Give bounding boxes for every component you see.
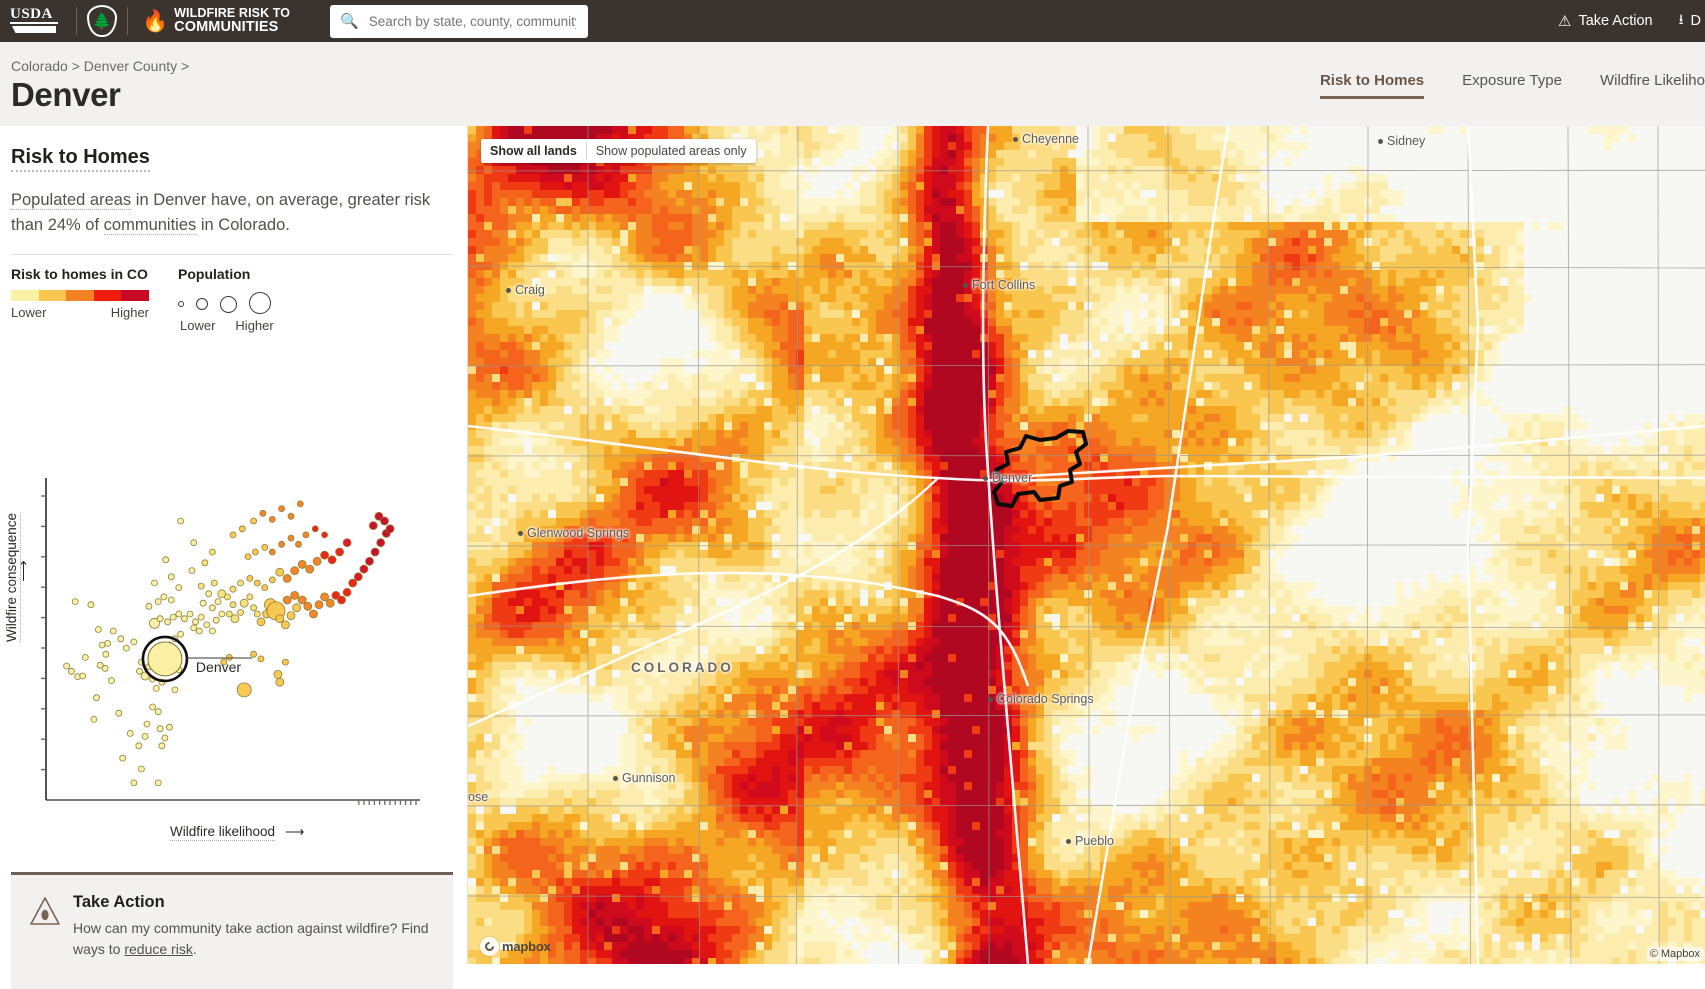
download-label: D xyxy=(1691,13,1701,29)
mapbox-wordmark: mapbox xyxy=(502,939,551,954)
tab-exposure-type[interactable]: Exposure Type xyxy=(1462,72,1562,96)
sidebar-summary: Populated areas in Denver have, on avera… xyxy=(11,188,463,238)
take-action-title: Take Action xyxy=(73,893,443,912)
legend-population-title: Population xyxy=(178,266,274,282)
flame-icon: 🔥 xyxy=(142,11,168,32)
legend-risk-high: Higher xyxy=(111,305,149,320)
header-divider-1 xyxy=(76,7,77,35)
map-label-ose: ose xyxy=(468,790,488,804)
x-axis-arrow: ⟶ xyxy=(285,824,302,839)
brand-group: USDA 🌲 🔥 WILDFIRE RISK TO COMMUNITIES xyxy=(0,0,290,42)
map-label-fort-collins: Fort Collins xyxy=(963,278,1035,292)
ramp-swatch-5 xyxy=(121,290,149,301)
legend-risk-group: Risk to homes in CO Lower Higher xyxy=(11,266,149,320)
download-link[interactable]: ⭳ D xyxy=(1679,9,1705,33)
sidebar-divider xyxy=(11,254,453,255)
glossary-term-populated-areas[interactable]: Populated areas xyxy=(11,191,131,210)
breadcrumb[interactable]: Colorado > Denver County > xyxy=(11,58,189,74)
search-box[interactable]: 🔍 xyxy=(330,5,588,38)
legend-pop-low: Lower xyxy=(180,318,215,333)
summary-text-d: in Colorado. xyxy=(196,216,290,234)
reduce-risk-link[interactable]: reduce risk xyxy=(124,941,192,957)
legend-risk-scale-labels: Lower Higher xyxy=(11,305,149,320)
take-action-link[interactable]: ⚠ Take Action xyxy=(1558,12,1653,30)
take-action-panel[interactable]: Take Action How can my community take ac… xyxy=(11,875,453,989)
toggle-show-populated-only[interactable]: Show populated areas only xyxy=(587,139,756,163)
ramp-swatch-4 xyxy=(94,290,122,301)
legend-color-ramp xyxy=(11,290,149,301)
take-action-label: Take Action xyxy=(1578,13,1652,29)
mapbox-mark-icon xyxy=(480,937,499,956)
warning-triangle-icon xyxy=(29,893,73,989)
map-label-glenwood-springs: Glenwood Springs xyxy=(518,526,629,540)
usda-logo-icon[interactable]: USDA xyxy=(10,6,58,36)
x-axis-label[interactable]: Wildfire likelihood xyxy=(170,824,275,841)
top-navigation-bar: USDA 🌲 🔥 WILDFIRE RISK TO COMMUNITIES 🔍 … xyxy=(0,0,1705,42)
ramp-swatch-3 xyxy=(66,290,94,301)
header-actions: ⚠ Take Action ⭳ D xyxy=(1558,0,1705,42)
brand-line-1: WILDFIRE RISK TO xyxy=(174,7,290,20)
pop-circle-s xyxy=(196,298,208,310)
legend-population-group: Population Lower Higher xyxy=(178,266,274,333)
map-attribution[interactable]: © Mapbox xyxy=(1647,947,1703,961)
tab-wildfire-likelihood[interactable]: Wildfire Likeliho xyxy=(1600,72,1705,96)
map-label-colorado: COLORADO xyxy=(631,660,734,675)
map-label-gunnison: Gunnison xyxy=(613,771,676,785)
legend-population-scale-labels: Lower Higher xyxy=(178,318,274,333)
usda-logo-bar-bottom xyxy=(12,26,56,33)
legend-pop-high: Higher xyxy=(235,318,273,333)
scatter-highlight-label: Denver xyxy=(196,659,241,675)
header-divider-2 xyxy=(127,7,128,35)
tab-risk-to-homes[interactable]: Risk to Homes xyxy=(1320,72,1424,99)
mapbox-logo[interactable]: mapbox xyxy=(480,936,551,956)
map-label-sidney: Sidney xyxy=(1378,134,1425,148)
wildfire-risk-logo[interactable]: 🔥 WILDFIRE RISK TO COMMUNITIES xyxy=(142,7,290,35)
pop-circle-l xyxy=(249,292,271,314)
forest-service-shield-icon[interactable]: 🌲 xyxy=(87,5,117,37)
legend-population-circles xyxy=(178,290,274,314)
risk-scatter-plot: ⟶ Wildfire consequence Denver Wildfire l… xyxy=(0,472,468,847)
take-action-content: Take Action How can my community take ac… xyxy=(73,893,443,989)
take-action-text-b: . xyxy=(193,941,197,957)
legend-risk-title: Risk to homes in CO xyxy=(11,266,149,282)
map-label-cheyenne: Cheyenne xyxy=(1013,132,1079,146)
legend-risk-low: Lower xyxy=(11,305,46,320)
brand-line-2: COMMUNITIES xyxy=(174,20,290,35)
usda-logo-text: USDA xyxy=(10,7,53,22)
search-icon: 🔍 xyxy=(340,12,359,30)
download-icon: ⭳ xyxy=(1679,9,1684,33)
search-input[interactable] xyxy=(367,13,578,30)
map-label-colorado-springs: Colorado Springs xyxy=(988,692,1094,706)
page-title: Denver xyxy=(11,76,121,114)
map-label-pueblo: Pueblo xyxy=(1066,834,1114,848)
map-label-craig: Craig xyxy=(506,283,545,297)
section-tabs: Risk to Homes Exposure Type Wildfire Lik… xyxy=(1320,72,1705,99)
page-header: Colorado > Denver County > Denver Risk t… xyxy=(0,42,1705,126)
toggle-show-all-lands[interactable]: Show all lands xyxy=(481,139,586,163)
warning-triangle-icon: ⚠ xyxy=(1558,12,1571,30)
pine-tree-glyph: 🌲 xyxy=(93,14,112,29)
map-layer-toggle: Show all lands Show populated areas only xyxy=(481,139,756,163)
pop-circle-m xyxy=(220,296,237,313)
ramp-swatch-1 xyxy=(11,290,39,301)
pop-circle-xs xyxy=(178,301,184,307)
wildfire-risk-wordmark: WILDFIRE RISK TO COMMUNITIES xyxy=(174,7,290,35)
x-axis-label-group: Wildfire likelihood ⟶ xyxy=(170,824,302,840)
glossary-term-communities[interactable]: communities xyxy=(104,216,197,235)
scatter-canvas: Denver xyxy=(0,472,468,817)
usda-logo-bar-top xyxy=(10,22,58,24)
sidebar-heading: Risk to Homes xyxy=(11,146,150,172)
wildfire-risk-map[interactable]: Show all lands Show populated areas only… xyxy=(468,126,1705,964)
ramp-swatch-2 xyxy=(39,290,67,301)
take-action-body: How can my community take action against… xyxy=(73,918,443,960)
map-label-denver: Denver xyxy=(983,471,1032,485)
sidebar-panel: Risk to Homes Populated areas in Denver … xyxy=(0,126,468,964)
